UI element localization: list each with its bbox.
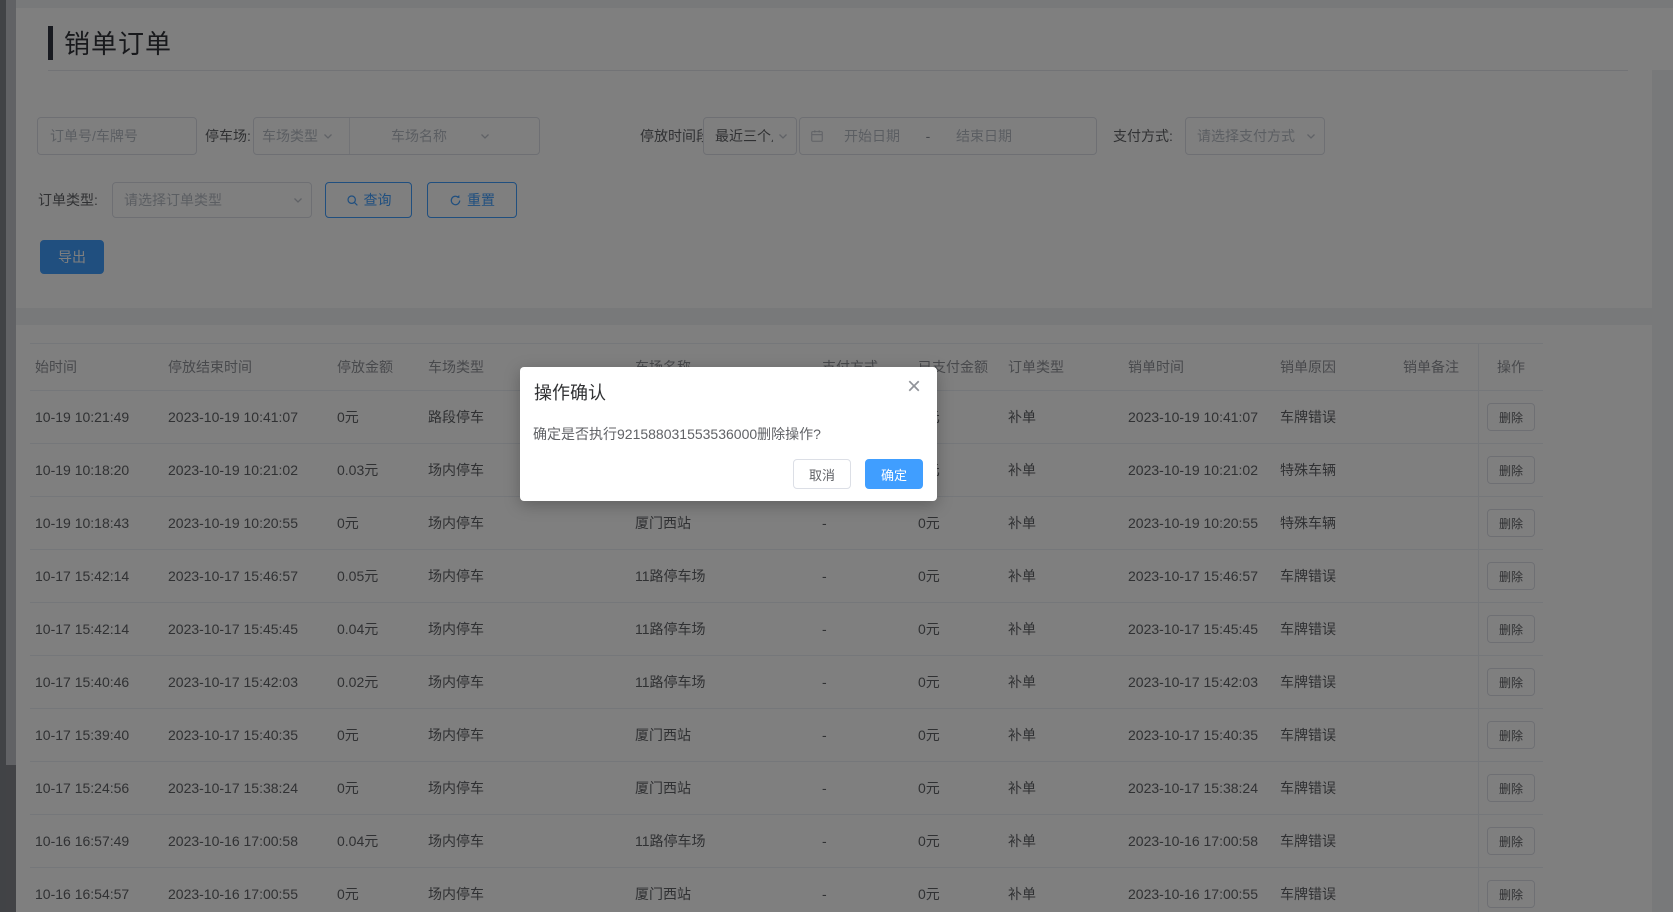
dialog-title: 操作确认	[534, 383, 606, 403]
cancel-button[interactable]: 取消	[792, 459, 851, 489]
dialog-message: 确定是否执行921588031553536000删除操作?	[533, 426, 821, 442]
screen: 销单订单 停车场: 车场类型 车场名称 停放时间段: 最近三个月	[0, 0, 1673, 912]
confirm-button[interactable]: 确定	[864, 459, 923, 489]
close-icon[interactable]: ×	[903, 373, 925, 401]
dialog-footer: 取消 确定	[792, 459, 923, 489]
confirm-dialog: 操作确认 × 确定是否执行921588031553536000删除操作? 取消 …	[520, 367, 937, 501]
